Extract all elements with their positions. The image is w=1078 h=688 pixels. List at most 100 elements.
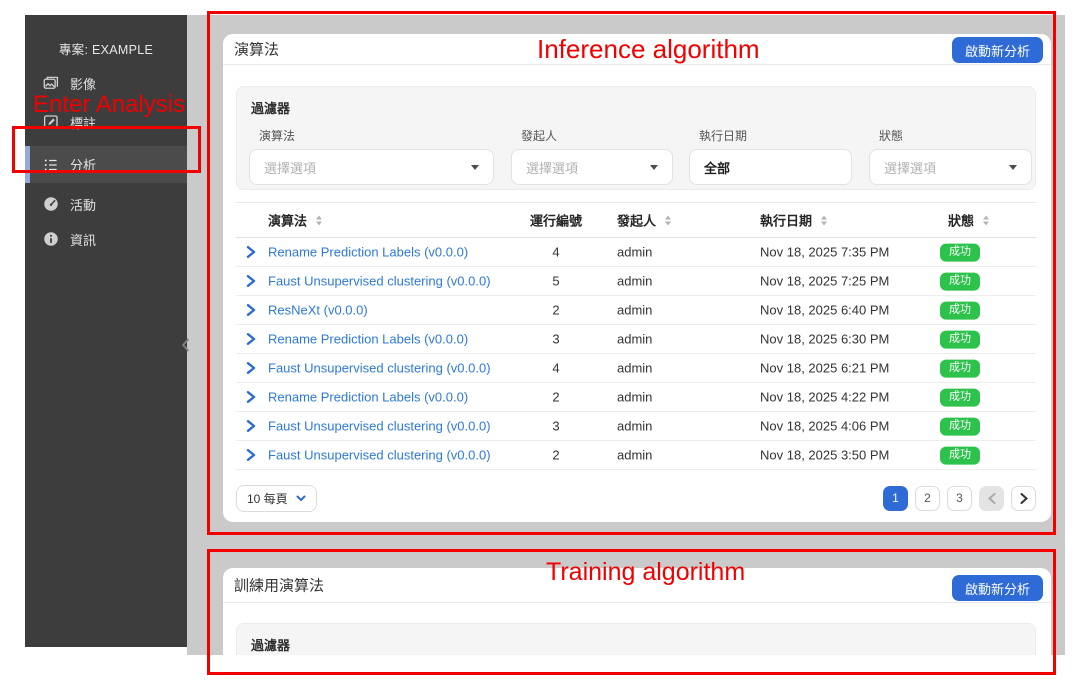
row-expand-chevron-icon[interactable] <box>246 304 256 316</box>
annotate-icon <box>42 113 60 131</box>
algorithm-link[interactable]: ResNeXt (v0.0.0) <box>268 303 368 318</box>
table-row: Rename Prediction Labels (v0.0.0) 3 admi… <box>236 325 1036 354</box>
sidebar-item-label: 資訊 <box>70 230 96 249</box>
chevron-down-icon <box>296 495 306 502</box>
initiator-filter-select[interactable]: 選擇選項 <box>511 149 673 185</box>
run-number: 4 <box>526 361 586 376</box>
run-date: Nov 18, 2025 3:50 PM <box>760 448 889 463</box>
runs-table: 演算法 運行編號 發起人 執行日期 狀態 <box>236 202 1036 470</box>
row-expand-chevron-icon[interactable] <box>246 333 256 345</box>
start-new-analysis-button[interactable]: 啟動新分析 <box>952 575 1043 601</box>
activity-gauge-icon <box>42 195 60 213</box>
column-header-run-number: 運行編號 <box>526 211 586 230</box>
column-header-run-date[interactable]: 執行日期 <box>760 211 827 230</box>
row-expand-chevron-icon[interactable] <box>246 362 256 374</box>
chevron-left-icon <box>181 338 190 352</box>
run-date: Nov 18, 2025 6:30 PM <box>760 332 889 347</box>
dropdown-arrow-icon <box>1009 165 1017 170</box>
run-number: 3 <box>526 419 586 434</box>
row-expand-chevron-icon[interactable] <box>246 420 256 432</box>
row-expand-chevron-icon[interactable] <box>246 449 256 461</box>
filter-title: 過濾器 <box>251 635 290 654</box>
sidebar-item-activity[interactable]: 活動 <box>25 185 187 223</box>
algorithm-filter-select[interactable]: 選擇選項 <box>249 149 494 185</box>
column-header-status[interactable]: 狀態 <box>948 211 989 230</box>
initiator: admin <box>617 245 652 260</box>
filter-label: 執行日期 <box>699 127 852 144</box>
sort-icon <box>821 215 827 225</box>
table-row: Faust Unsupervised clustering (v0.0.0) 5… <box>236 267 1036 296</box>
section-title: 訓練用演算法 <box>234 575 324 596</box>
run-number: 4 <box>526 245 586 260</box>
sidebar-item-analysis[interactable]: 分析 <box>25 146 187 183</box>
sidebar-item-label: 活動 <box>70 195 96 214</box>
algorithm-link[interactable]: Faust Unsupervised clustering (v0.0.0) <box>268 419 491 434</box>
run-date: Nov 18, 2025 6:21 PM <box>760 361 889 376</box>
card-header: 訓練用演算法 啟動新分析 <box>223 568 1051 603</box>
table-row: Faust Unsupervised clustering (v0.0.0) 4… <box>236 354 1036 383</box>
table-row: Faust Unsupervised clustering (v0.0.0) 3… <box>236 412 1036 441</box>
card-header: 演算法 啟動新分析 <box>223 34 1051 65</box>
filter-label: 發起人 <box>521 127 673 144</box>
initiator: admin <box>617 419 652 434</box>
table-body: Rename Prediction Labels (v0.0.0) 4 admi… <box>236 238 1036 470</box>
table-row: ResNeXt (v0.0.0) 2 admin Nov 18, 2025 6:… <box>236 296 1036 325</box>
algorithm-link[interactable]: Rename Prediction Labels (v0.0.0) <box>268 245 468 260</box>
filter-panel: 過濾器 <box>236 623 1036 655</box>
run-date: Nov 18, 2025 7:35 PM <box>760 245 889 260</box>
run-number: 3 <box>526 332 586 347</box>
page-button[interactable]: 1 <box>883 486 908 511</box>
column-header-initiator[interactable]: 發起人 <box>617 211 671 230</box>
run-date: Nov 18, 2025 4:22 PM <box>760 390 889 405</box>
run-date: Nov 18, 2025 7:25 PM <box>760 274 889 289</box>
start-new-analysis-button[interactable]: 啟動新分析 <box>952 37 1043 63</box>
dropdown-arrow-icon <box>471 165 479 170</box>
page-button[interactable]: 3 <box>947 486 972 511</box>
inference-algorithms-card: 演算法 啟動新分析 過濾器 演算法 選擇選項 發起人 選擇選項 執行日期 <box>223 34 1051 522</box>
status-badge: 成功 <box>940 417 980 435</box>
run-date: Nov 18, 2025 4:06 PM <box>760 419 889 434</box>
algorithm-link[interactable]: Rename Prediction Labels (v0.0.0) <box>268 390 468 405</box>
status-badge: 成功 <box>940 243 980 261</box>
algorithm-link[interactable]: Faust Unsupervised clustering (v0.0.0) <box>268 361 491 376</box>
sidebar-item-images[interactable]: 影像 <box>25 64 187 102</box>
filter-title: 過濾器 <box>251 98 290 117</box>
algorithm-link[interactable]: Faust Unsupervised clustering (v0.0.0) <box>268 448 491 463</box>
status-badge: 成功 <box>940 272 980 290</box>
pagination-bar: 10 每頁 123 <box>236 484 1036 512</box>
sidebar: 專案: EXAMPLE 影像 標註 <box>25 15 187 647</box>
sidebar-item-info[interactable]: 資訊 <box>25 220 187 258</box>
table-row: Rename Prediction Labels (v0.0.0) 2 admi… <box>236 383 1036 412</box>
row-expand-chevron-icon[interactable] <box>246 275 256 287</box>
training-algorithms-card: 訓練用演算法 啟動新分析 過濾器 <box>223 568 1051 655</box>
initiator: admin <box>617 274 652 289</box>
filter-panel: 過濾器 演算法 選擇選項 發起人 選擇選項 執行日期 全部 <box>236 86 1036 190</box>
status-filter-select[interactable]: 選擇選項 <box>869 149 1032 185</box>
run-number: 2 <box>526 390 586 405</box>
sidebar-item-label: 標註 <box>70 113 96 132</box>
sort-icon <box>665 215 671 225</box>
initiator: admin <box>617 332 652 347</box>
prev-page-button[interactable] <box>979 486 1004 511</box>
sidebar-collapse-handle[interactable] <box>181 336 193 354</box>
sidebar-item-label: 影像 <box>70 74 96 93</box>
sidebar-item-label: 分析 <box>70 155 96 174</box>
status-badge: 成功 <box>940 388 980 406</box>
algorithm-link[interactable]: Faust Unsupervised clustering (v0.0.0) <box>268 274 491 289</box>
run-number: 5 <box>526 274 586 289</box>
column-header-algorithm[interactable]: 演算法 <box>268 211 322 230</box>
section-title: 演算法 <box>234 39 279 60</box>
filter-label: 狀態 <box>879 127 1032 144</box>
page-size-select[interactable]: 10 每頁 <box>236 485 317 512</box>
row-expand-chevron-icon[interactable] <box>246 246 256 258</box>
status-badge: 成功 <box>940 446 980 464</box>
filter-label: 演算法 <box>259 127 494 144</box>
analysis-list-icon <box>42 156 60 174</box>
page-button[interactable]: 2 <box>915 486 940 511</box>
next-page-button[interactable] <box>1011 486 1036 511</box>
algorithm-link[interactable]: Rename Prediction Labels (v0.0.0) <box>268 332 468 347</box>
row-expand-chevron-icon[interactable] <box>246 391 256 403</box>
sidebar-item-annotate[interactable]: 標註 <box>25 103 187 141</box>
table-row: Faust Unsupervised clustering (v0.0.0) 2… <box>236 441 1036 470</box>
date-filter-input[interactable]: 全部 <box>689 149 852 185</box>
